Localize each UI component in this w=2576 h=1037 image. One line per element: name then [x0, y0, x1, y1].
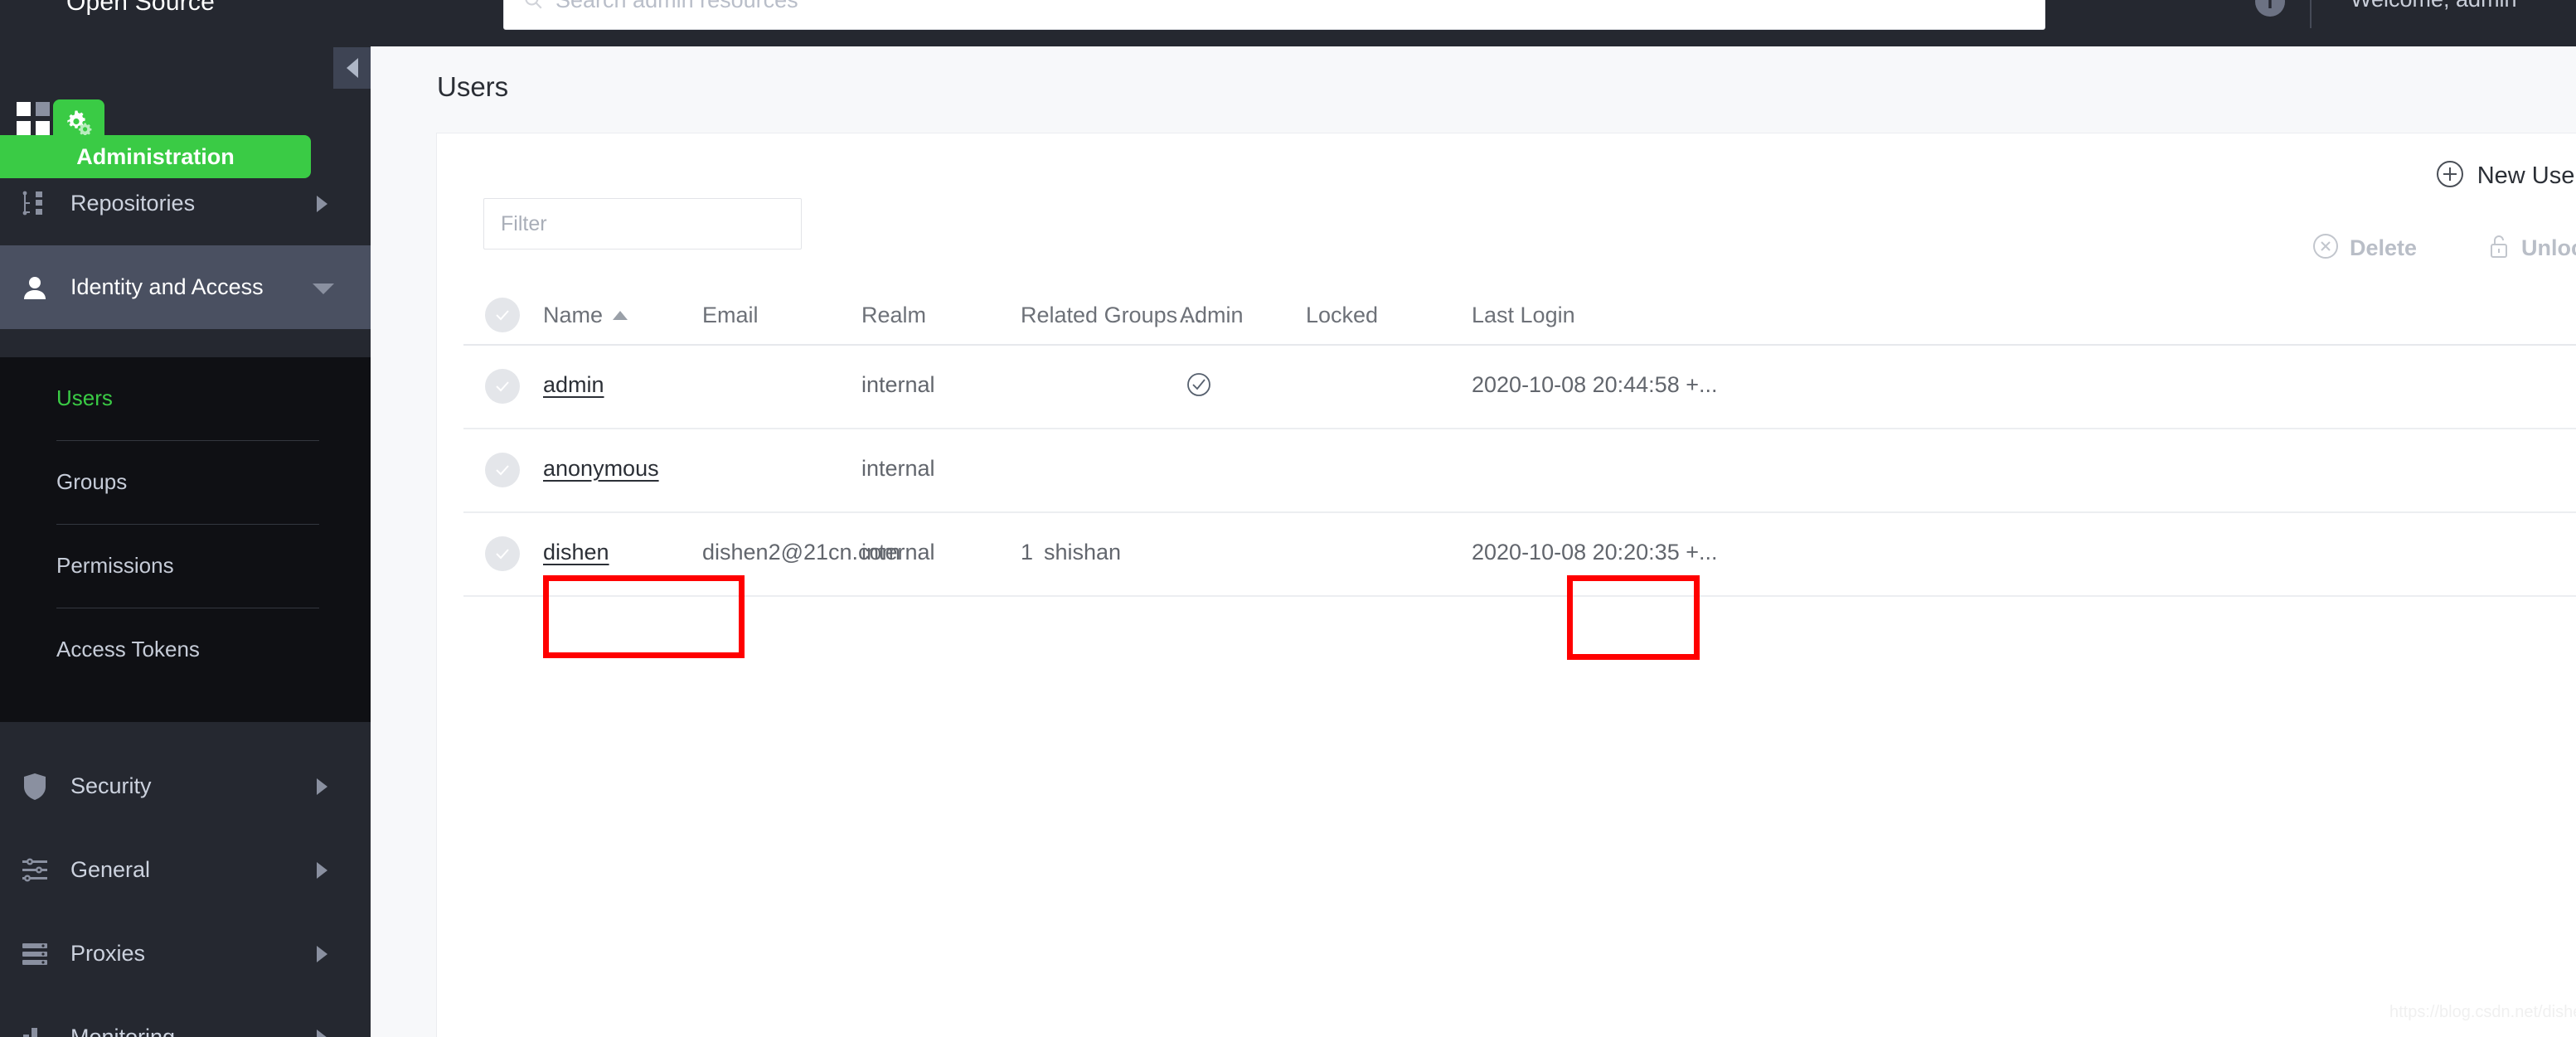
users-panel: New User Delete: [437, 133, 2576, 1037]
cell-realm: internal: [861, 372, 935, 398]
sidebar-item-security[interactable]: Security: [0, 744, 371, 828]
x-circle-icon: [2312, 233, 2339, 264]
filter-input[interactable]: [501, 212, 784, 236]
cell-realm: internal: [861, 456, 935, 482]
cell-last-login: 2020-10-08 20:20:35 +...: [1472, 540, 1718, 565]
header-divider: [2310, 0, 2312, 28]
filter-box[interactable]: [483, 198, 802, 250]
sidebar-item-permissions[interactable]: Permissions: [0, 525, 371, 608]
column-header-name[interactable]: Name: [543, 303, 628, 328]
new-user-button[interactable]: New User: [2436, 160, 2576, 192]
sidebar-subitem-label: Permissions: [56, 553, 174, 579]
top-header-bar: Open Source i Welcome, admin: [0, 0, 2576, 46]
table-row[interactable]: admin internal 2020-10-08 20:44:58 +...: [463, 346, 2576, 429]
identity-and-access-submenu: Users Groups Permissions Access Tokens: [0, 357, 371, 722]
sidebar-item-groups[interactable]: Groups: [0, 441, 371, 525]
sidebar-item-identity-and-access[interactable]: Identity and Access: [0, 245, 371, 329]
users-table: Name Email Realm Related Groups ... Admi…: [463, 284, 2576, 597]
mode-switch-row: Administration: [0, 94, 371, 141]
sidebar-item-label: Monitoring: [70, 1025, 175, 1037]
column-label: Name: [543, 303, 603, 327]
help-icon[interactable]: i: [2255, 0, 2285, 17]
caret-right-icon: [317, 862, 327, 879]
row-checkbox[interactable]: [485, 369, 520, 404]
cell-name[interactable]: admin: [543, 372, 604, 398]
sidebar-subitem-label: Users: [56, 385, 113, 411]
plus-circle-icon: [2436, 160, 2464, 192]
caret-right-icon: [317, 1030, 327, 1037]
row-checkbox[interactable]: [485, 536, 520, 571]
admin-check-icon: [1183, 369, 1215, 400]
caret-right-icon: [317, 778, 327, 795]
brand-text: Open Source: [66, 0, 215, 17]
table-header-row: Name Email Realm Related Groups ... Admi…: [463, 284, 2576, 346]
column-header-admin[interactable]: Admin: [1180, 303, 1244, 328]
row-checkbox[interactable]: [485, 453, 520, 487]
grid-icon[interactable]: [17, 102, 51, 137]
column-header-last-login[interactable]: Last Login: [1472, 303, 1575, 328]
cell-last-login: 2020-10-08 20:44:58 +...: [1472, 372, 1718, 398]
new-user-label: New User: [2477, 162, 2576, 190]
sidebar-item-label: Security: [70, 773, 152, 799]
delete-label: Delete: [2350, 235, 2417, 261]
bar-chart-icon: [15, 1018, 55, 1037]
sliders-icon: [15, 850, 55, 890]
caret-down-icon: [313, 283, 334, 294]
shield-icon: [15, 767, 55, 807]
unlock-label: Unlock: [2521, 235, 2576, 261]
sidebar-subitem-label: Access Tokens: [56, 637, 200, 662]
nexus-admin-window: Open Source i Welcome, admin: [0, 0, 2576, 1037]
caret-right-icon: [317, 196, 327, 212]
cell-name[interactable]: anonymous: [543, 456, 659, 482]
sort-asc-icon: [613, 311, 628, 320]
sidebar-item-monitoring[interactable]: Monitoring: [0, 996, 371, 1037]
delete-button[interactable]: Delete: [2312, 233, 2417, 264]
search-icon: [522, 0, 544, 11]
main-content: Users New User Delete: [371, 46, 2576, 1037]
watermark: https://blog.csdn.net/dishen10: [2389, 1003, 2576, 1022]
lock-open-icon: [2487, 233, 2511, 264]
sidebar-item-general[interactable]: General: [0, 828, 371, 912]
column-header-realm[interactable]: Realm: [861, 303, 926, 328]
column-header-email[interactable]: Email: [702, 303, 759, 328]
sidebar-subitem-label: Groups: [56, 469, 127, 495]
cell-related-groups: shishan: [1044, 540, 1121, 565]
sidebar-item-label: Proxies: [70, 941, 145, 967]
welcome-label: Welcome, admin: [2350, 0, 2517, 12]
global-search-box[interactable]: [503, 0, 2045, 30]
search-input[interactable]: [555, 0, 2026, 13]
chevron-left-icon: [347, 58, 358, 78]
repository-tree-icon: [15, 184, 55, 224]
column-header-related-groups[interactable]: Related Groups ...: [1021, 303, 1202, 328]
unlock-button[interactable]: Unlock: [2487, 233, 2576, 264]
sidebar-item-label: Repositories: [70, 191, 195, 216]
sidebar-collapse-button[interactable]: [333, 47, 371, 89]
sidebar-item-users[interactable]: Users: [0, 357, 371, 441]
sidebar-item-proxies[interactable]: Proxies: [0, 912, 371, 996]
user-icon: [15, 268, 55, 308]
cell-related-groups-count: 1: [1021, 540, 1033, 565]
page-title: Users: [437, 71, 508, 103]
cell-name[interactable]: dishen: [543, 540, 609, 565]
select-all-checkbox[interactable]: [485, 298, 520, 332]
server-icon: [15, 934, 55, 974]
sidebar-item-access-tokens[interactable]: Access Tokens: [0, 608, 371, 692]
caret-right-icon: [317, 946, 327, 962]
sidebar-item-label: General: [70, 857, 150, 883]
cell-realm: internal: [861, 540, 935, 565]
sidebar: Administration Repositories: [0, 46, 371, 1037]
sidebar-item-repositories[interactable]: Repositories: [0, 162, 371, 245]
sidebar-item-label: Identity and Access: [70, 274, 264, 300]
table-row[interactable]: anonymous internal: [463, 429, 2576, 513]
column-header-locked[interactable]: Locked: [1306, 303, 1378, 328]
table-row[interactable]: dishen dishen2@21cn.com internal 1 shish…: [463, 513, 2576, 597]
